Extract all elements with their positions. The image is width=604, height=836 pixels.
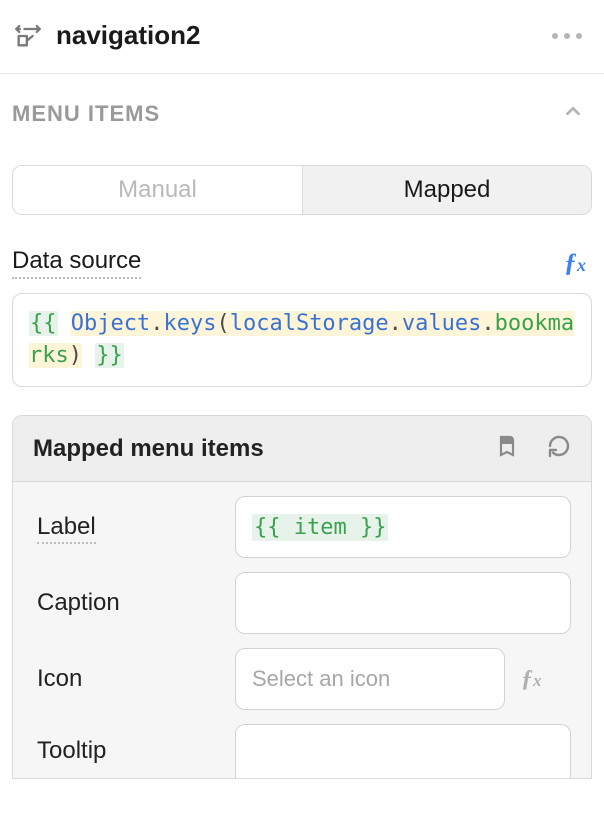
code-token: Object [71,311,150,336]
more-menu-button[interactable] [548,29,586,43]
field-label-label[interactable]: Label [37,513,96,544]
label-input[interactable]: {{ item }} [235,496,571,558]
mode-tabs: Manual Mapped [12,165,592,215]
dot-icon [552,33,558,39]
field-label-tooltip: Tooltip [37,737,106,764]
fx-toggle-button[interactable]: ƒx [564,248,586,278]
field-row-caption: Caption [13,558,591,634]
field-row-label: Label {{ item }} [13,482,591,558]
fx-toggle-icon-button[interactable]: ƒx [521,666,542,693]
mapped-items-title: Mapped menu items [33,435,264,463]
icon-placeholder: Select an icon [252,666,390,692]
code-token: {{ item }} [252,514,388,541]
field-label-icon: Icon [37,665,82,692]
component-title: navigation2 [56,20,200,51]
code-token: ( [216,311,229,336]
mapped-items-card: Mapped menu items Label {{ item }} [12,415,592,779]
code-token: ) [69,343,82,368]
header-left: navigation2 [14,20,200,51]
component-icon [14,22,42,50]
mapped-items-header: Mapped menu items [13,416,591,482]
caption-input[interactable] [235,572,571,634]
dot-icon [576,33,582,39]
panel-header: navigation2 [0,0,604,74]
code-token: . [389,311,402,336]
code-token: values [402,311,481,336]
section-title: MENU ITEMS [12,101,160,127]
code-token: . [150,311,163,336]
dot-icon [564,33,570,39]
chevron-up-icon [562,100,584,127]
code-token: . [481,311,494,336]
reset-icon[interactable] [547,434,571,463]
field-row-icon: Icon Select an icon ƒx [13,634,591,710]
field-row-tooltip: Tooltip [13,710,591,778]
icon-select[interactable]: Select an icon [235,648,505,710]
mapped-items-actions [495,434,571,463]
bookmark-icon[interactable] [495,434,519,463]
code-token: }} [95,343,124,368]
tooltip-input[interactable] [235,724,571,778]
data-source-label[interactable]: Data source [12,247,141,279]
tab-mapped[interactable]: Mapped [302,166,591,214]
code-token: keys [163,311,216,336]
data-source-header: Data source ƒx [0,215,604,279]
field-label-caption: Caption [37,589,120,616]
section-header[interactable]: MENU ITEMS [0,74,604,127]
code-token: localStorage [230,311,389,336]
tab-manual[interactable]: Manual [13,166,302,214]
data-source-input[interactable]: {{ Object.keys(localStorage.values.bookm… [12,293,592,387]
code-token: {{ [29,311,58,336]
